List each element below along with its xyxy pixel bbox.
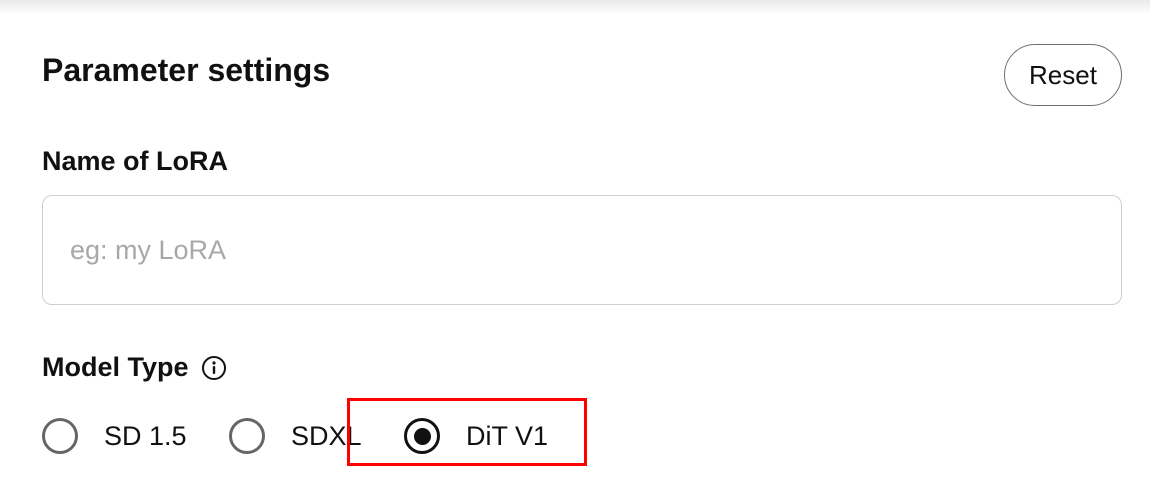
panel-title: Parameter settings xyxy=(42,52,331,88)
panel-header: Parameter settings Reset xyxy=(42,44,1122,106)
radio-option-dit-v1[interactable]: DiT V1 xyxy=(404,412,548,460)
radio-button-sd15[interactable] xyxy=(42,418,78,454)
parameter-settings-panel: Parameter settings Reset Name of LoRA Mo… xyxy=(42,0,1122,504)
radio-option-sd15[interactable]: SD 1.5 xyxy=(42,412,187,460)
model-type-label: Model Type xyxy=(42,352,227,383)
radio-label-sdxl: SDXL xyxy=(291,420,362,451)
lora-name-label: Name of LoRA xyxy=(42,146,229,176)
model-type-label-text: Model Type xyxy=(42,352,189,382)
model-type-radio-group: SD 1.5 SDXL DiT V1 xyxy=(42,412,742,460)
lora-name-input[interactable] xyxy=(42,195,1122,305)
radio-label-dit-v1: DiT V1 xyxy=(466,420,549,451)
radio-button-sdxl[interactable] xyxy=(229,418,265,454)
reset-button[interactable]: Reset xyxy=(1004,44,1122,106)
radio-button-dit-v1[interactable] xyxy=(404,418,440,454)
info-circle-icon[interactable] xyxy=(201,355,227,381)
radio-label-sd15: SD 1.5 xyxy=(104,420,187,451)
radio-option-sdxl[interactable]: SDXL xyxy=(229,412,362,460)
